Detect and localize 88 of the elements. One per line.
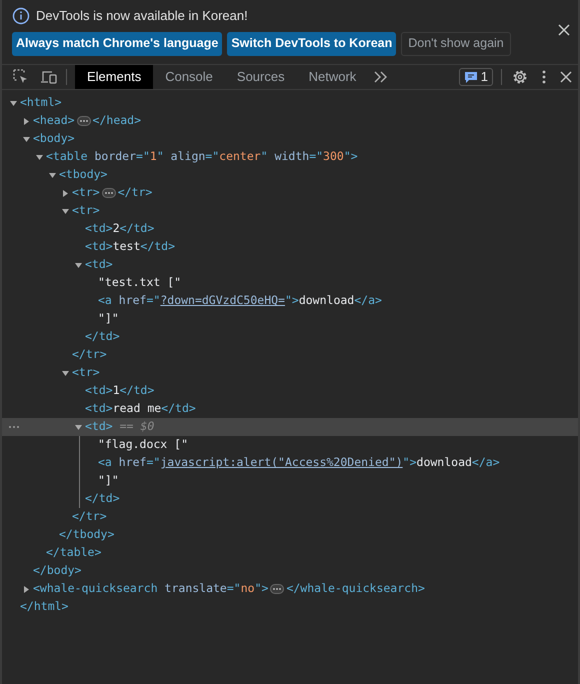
- tree-row[interactable]: <td>read me</td>: [2, 400, 578, 418]
- selected-row[interactable]: <td> == $0: [2, 418, 578, 436]
- code-line: </td>: [85, 328, 120, 346]
- tree-row[interactable]: "test.txt [": [2, 274, 578, 292]
- tree-row[interactable]: <td>test</td>: [2, 238, 578, 256]
- tree-row[interactable]: <td>1</td>: [2, 382, 578, 400]
- tree-row[interactable]: <body>: [2, 130, 578, 148]
- code-line: </td>: [85, 490, 120, 508]
- code-line: <body>: [33, 130, 75, 148]
- expanded-triangle-icon[interactable]: [23, 136, 30, 142]
- ellipsis-icon[interactable]: [102, 188, 116, 198]
- infobar-button[interactable]: Switch DevTools to Korean: [227, 32, 396, 56]
- code-line: "]": [98, 472, 119, 490]
- tree-row[interactable]: "]": [2, 310, 578, 328]
- collapsed-triangle-icon[interactable]: [23, 118, 30, 124]
- code-line: </tbody>: [59, 526, 114, 544]
- expanded-triangle-icon[interactable]: [62, 370, 69, 376]
- code-line: "]": [98, 310, 119, 328]
- tree-row[interactable]: "]": [2, 472, 578, 490]
- code-text: ">download</a>: [284, 292, 382, 310]
- code-text: <a href=": [98, 454, 160, 472]
- tree-row[interactable]: <tr> </tr>: [2, 184, 578, 202]
- tree-row[interactable]: <tr>: [2, 202, 578, 220]
- tree-row[interactable]: <head> </head>: [2, 112, 578, 130]
- tree-row[interactable]: <table border="1" align="center" width="300">: [2, 148, 578, 166]
- expanded-triangle-icon[interactable]: [75, 424, 82, 430]
- code-line: </tr>: [72, 508, 107, 526]
- code-line: <td>: [85, 256, 113, 274]
- infobar-button[interactable]: Don't show again: [401, 32, 511, 56]
- code-line: </body>: [33, 562, 82, 580]
- link[interactable]: javascript:alert("Access%20Denied"): [160, 454, 403, 472]
- code-text: <a href=": [98, 292, 160, 310]
- code-line: "test.txt [": [98, 274, 182, 292]
- collapsed-triangle-icon[interactable]: [62, 190, 69, 196]
- close-icon[interactable]: [560, 71, 572, 83]
- code-text: </tr>: [118, 184, 152, 202]
- expanded-triangle-icon[interactable]: [49, 172, 56, 178]
- expanded-triangle-icon[interactable]: [10, 100, 17, 106]
- collapsed-triangle-icon[interactable]: [23, 586, 30, 592]
- ellipsis-icon[interactable]: [76, 116, 91, 126]
- code-line: <td>read me</td>: [85, 400, 196, 418]
- tree-row[interactable]: "flag.docx [": [2, 436, 578, 454]
- close-icon[interactable]: [556, 22, 572, 38]
- expanded-triangle-icon[interactable]: [62, 208, 69, 214]
- link[interactable]: ?down=dGVzdC50eHQ=: [160, 292, 285, 310]
- issues-button[interactable]: 1: [458, 68, 493, 86]
- code-line: </tr>: [72, 346, 107, 364]
- info-icon: [12, 6, 30, 25]
- settings-icon[interactable]: [512, 69, 528, 85]
- tree-row[interactable]: <a href="javascript:alert("Access%20Denied")">download</a>: [2, 454, 578, 472]
- code-text: <head>: [33, 112, 75, 130]
- code-line: <tbody>: [59, 166, 108, 184]
- code-text: </head>: [92, 112, 142, 130]
- more-tabs-icon[interactable]: [374, 71, 388, 83]
- code-line: </html>: [20, 598, 68, 616]
- code-line: <tr>: [72, 202, 100, 220]
- panel-tab[interactable]: Network: [296, 65, 368, 89]
- panel-tab[interactable]: Console: [153, 65, 225, 89]
- tree-row[interactable]: <html>: [2, 94, 578, 112]
- message-icon: [464, 71, 478, 83]
- expanded-triangle-icon[interactable]: [36, 154, 43, 160]
- code-text: <whale-quicksearch translate="no">: [33, 580, 268, 598]
- code-text: <tr>: [72, 184, 100, 202]
- code-line: <td>1</td>: [85, 382, 154, 400]
- infobar-button[interactable]: Always match Chrome's language: [12, 32, 222, 56]
- tree-row[interactable]: <td>2</td>: [2, 220, 578, 238]
- code-line: "flag.docx [": [98, 436, 188, 454]
- code-line: <td>2</td>: [85, 220, 154, 238]
- tree-row[interactable]: <whale-quicksearch translate="no"> </whale-quicksearch>: [2, 580, 578, 598]
- panel-tab[interactable]: Elements: [75, 65, 154, 89]
- tree-row[interactable]: <tr>: [2, 364, 578, 382]
- tree-row[interactable]: <td>: [2, 256, 578, 274]
- panel-tab[interactable]: Sources: [224, 65, 297, 89]
- expanded-triangle-icon[interactable]: [75, 262, 82, 268]
- tree-row[interactable]: <a href="?down=dGVzdC50eHQ=">download</a>: [2, 292, 578, 310]
- more-options-icon[interactable]: [542, 70, 546, 84]
- code-line: <td>test</td>: [85, 238, 176, 256]
- ellipsis-icon[interactable]: [270, 584, 284, 594]
- code-line: <table border="1" align="center" width="300">: [46, 148, 358, 166]
- code-line: </table>: [46, 544, 102, 562]
- code-line: <tr>: [72, 364, 100, 382]
- code-text: ">download</a>: [402, 454, 500, 472]
- code-text: </whale-quicksearch>: [286, 580, 425, 598]
- infobar-message: DevTools is now available in Korean!: [36, 7, 248, 25]
- tree-row[interactable]: <tbody>: [2, 166, 578, 184]
- more-icon[interactable]: [8, 425, 20, 429]
- code-line: <td> == $0: [85, 418, 154, 436]
- code-line: <html>: [20, 94, 62, 112]
